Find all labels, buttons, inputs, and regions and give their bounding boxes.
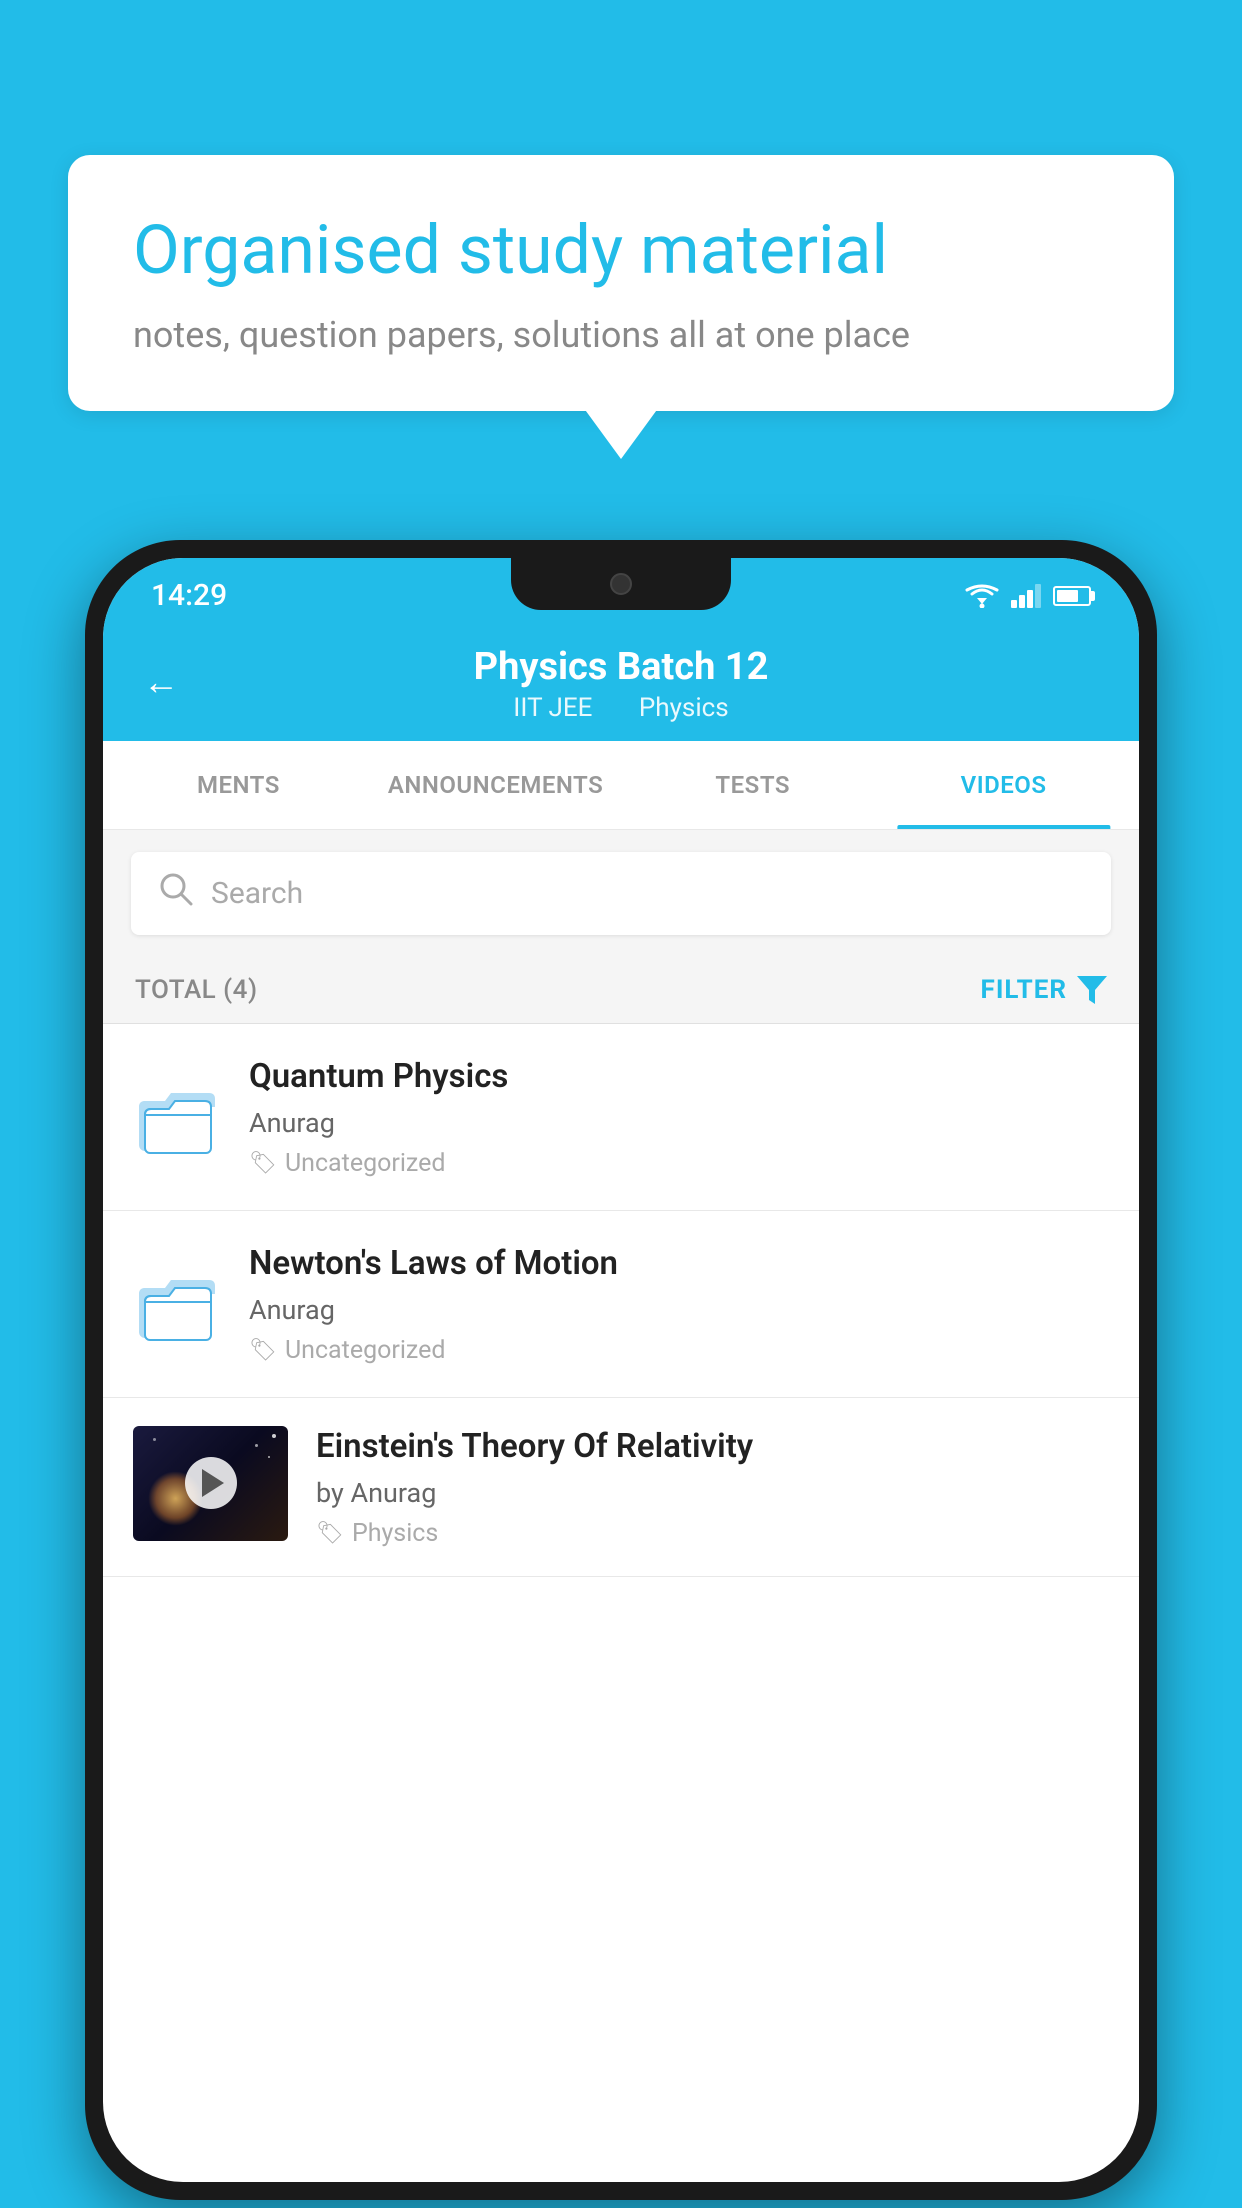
signal-icon	[1011, 584, 1041, 608]
phone-inner: 14:29	[103, 558, 1139, 2182]
status-icons	[965, 584, 1091, 608]
list-item[interactable]: Quantum Physics Anurag 🏷 Uncategorized	[103, 1024, 1139, 1211]
tab-ments[interactable]: MENTS	[113, 741, 364, 829]
video-tag-einstein: 🏷 Physics	[316, 1519, 1109, 1548]
status-time: 14:29	[151, 578, 227, 613]
folder-icon-quantum	[133, 1073, 221, 1161]
app-header: ← Physics Batch 12 IIT JEE Physics	[103, 623, 1139, 741]
total-filter-bar: TOTAL (4) FILTER	[103, 957, 1139, 1024]
video-thumbnail-einstein	[133, 1426, 288, 1541]
tag-icon: 🏷	[316, 1521, 344, 1546]
phone-notch	[511, 558, 731, 610]
header-subtitle-part2: Physics	[639, 693, 729, 723]
video-list: Quantum Physics Anurag 🏷 Uncategorized	[103, 1024, 1139, 1577]
header-subtitle: IIT JEE Physics	[474, 693, 769, 723]
tab-announcements[interactable]: ANNOUNCEMENTS	[364, 741, 627, 829]
video-author-einstein: by Anurag	[316, 1477, 1109, 1509]
list-item[interactable]: Newton's Laws of Motion Anurag 🏷 Uncateg…	[103, 1211, 1139, 1398]
video-title-quantum: Quantum Physics	[249, 1056, 1109, 1099]
search-icon	[159, 872, 193, 915]
folder-icon-newton	[133, 1260, 221, 1348]
video-title-einstein: Einstein's Theory Of Relativity	[316, 1426, 1109, 1469]
bubble-title: Organised study material	[133, 210, 1109, 292]
total-count: TOTAL (4)	[135, 975, 258, 1005]
tab-tests[interactable]: TESTS	[627, 741, 878, 829]
search-container: Search	[103, 830, 1139, 957]
back-button[interactable]: ←	[143, 661, 179, 703]
list-item[interactable]: Einstein's Theory Of Relativity by Anura…	[103, 1398, 1139, 1577]
filter-label: FILTER	[981, 975, 1067, 1005]
video-info-newton: Newton's Laws of Motion Anurag 🏷 Uncateg…	[249, 1243, 1109, 1365]
bubble-subtitle: notes, question papers, solutions all at…	[133, 314, 1109, 356]
speech-bubble: Organised study material notes, question…	[68, 155, 1174, 411]
video-tag-label-einstein: Physics	[352, 1519, 438, 1548]
search-box[interactable]: Search	[131, 852, 1111, 935]
tag-icon: 🏷	[249, 1151, 277, 1176]
video-info-quantum: Quantum Physics Anurag 🏷 Uncategorized	[249, 1056, 1109, 1178]
header-subtitle-part1: IIT JEE	[513, 693, 592, 723]
phone-camera	[610, 573, 632, 595]
video-tag-newton: 🏷 Uncategorized	[249, 1336, 1109, 1365]
video-author-newton: Anurag	[249, 1294, 1109, 1326]
tabs-bar: MENTS ANNOUNCEMENTS TESTS VIDEOS	[103, 741, 1139, 830]
play-button-einstein[interactable]	[185, 1457, 237, 1509]
video-tag-quantum: 🏷 Uncategorized	[249, 1149, 1109, 1178]
filter-button[interactable]: FILTER	[981, 975, 1107, 1005]
video-author-quantum: Anurag	[249, 1107, 1109, 1139]
video-tag-label-newton: Uncategorized	[285, 1336, 446, 1365]
speech-bubble-container: Organised study material notes, question…	[68, 155, 1174, 411]
wifi-icon	[965, 584, 999, 608]
header-title: Physics Batch 12	[474, 645, 769, 689]
video-title-newton: Newton's Laws of Motion	[249, 1243, 1109, 1286]
phone-frame: 14:29	[85, 540, 1157, 2200]
video-info-einstein: Einstein's Theory Of Relativity by Anura…	[316, 1426, 1109, 1548]
battery-icon	[1053, 586, 1091, 606]
search-placeholder: Search	[211, 876, 303, 911]
tab-videos[interactable]: VIDEOS	[878, 741, 1129, 829]
header-title-section: Physics Batch 12 IIT JEE Physics	[474, 645, 769, 723]
filter-funnel-icon	[1077, 976, 1107, 1004]
tag-icon: 🏷	[249, 1338, 277, 1363]
video-tag-label-quantum: Uncategorized	[285, 1149, 446, 1178]
